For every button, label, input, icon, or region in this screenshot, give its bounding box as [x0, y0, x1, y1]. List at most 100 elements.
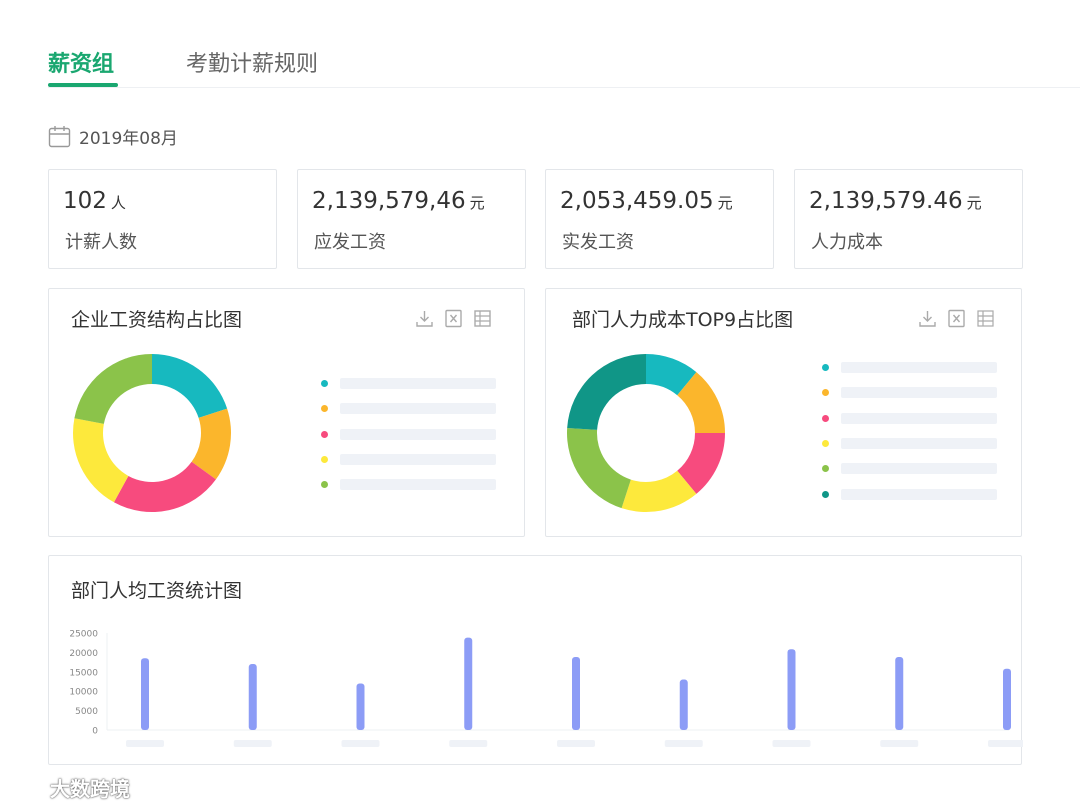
panel-title: 企业工资结构占比图	[71, 309, 243, 331]
x-tick-placeholder	[449, 740, 488, 747]
donut-slice[interactable]	[567, 354, 646, 430]
panel-toolbar	[415, 309, 492, 328]
y-tick-label: 25000	[69, 630, 98, 640]
legend-swatch	[822, 364, 829, 372]
legend-item	[822, 355, 997, 380]
donut-slice[interactable]	[74, 354, 152, 424]
bar[interactable]	[572, 657, 580, 730]
x-tick-placeholder	[341, 740, 380, 747]
stat-value: 2,139,579.46 元	[809, 188, 982, 214]
period-selector[interactable]: 2019年08月	[48, 122, 178, 150]
donut-slice[interactable]	[113, 461, 216, 512]
legend-item	[822, 456, 997, 481]
stat-label: 应发工资	[314, 232, 386, 253]
bar[interactable]	[356, 683, 365, 730]
donut-slice[interactable]	[152, 354, 228, 418]
legend-placeholder	[841, 488, 997, 500]
x-tick-placeholder	[233, 740, 272, 747]
legend-swatch	[822, 490, 829, 498]
legend-item	[822, 431, 997, 456]
panel-dept-cost: 部门人力成本TOP9占比图	[545, 288, 1022, 537]
legend-item	[822, 406, 997, 431]
legend-item	[822, 481, 997, 506]
x-tick-placeholder	[126, 740, 164, 747]
tab-bar: 薪资组 考勤计薪规则	[48, 40, 1080, 88]
panel-dept-avg-salary: 部门人均工资统计图 0 5000 10000 15000 20000 25000	[48, 555, 1023, 765]
stat-unit: 元	[966, 194, 982, 212]
legend-placeholder	[841, 412, 997, 424]
legend-item	[321, 422, 496, 447]
excel-icon[interactable]	[947, 309, 966, 328]
bar[interactable]	[248, 664, 257, 730]
legend-swatch	[321, 405, 328, 413]
bar-chart-dept-avg-salary: 0 5000 10000 15000 20000 25000	[69, 630, 1023, 747]
stat-label: 实发工资	[562, 232, 634, 253]
table-icon[interactable]	[976, 309, 995, 328]
bar[interactable]	[464, 637, 473, 730]
chart-legend	[822, 355, 997, 507]
y-tick-label: 10000	[69, 688, 98, 698]
legend-swatch	[822, 414, 829, 422]
bar[interactable]	[787, 649, 796, 730]
legend-swatch	[822, 465, 829, 473]
legend-placeholder	[340, 378, 496, 390]
x-tick-placeholder	[772, 740, 811, 747]
legend-placeholder	[340, 403, 496, 415]
x-tick-placeholder	[988, 740, 1023, 747]
legend-swatch	[822, 389, 829, 397]
bar[interactable]	[895, 657, 904, 730]
legend-item	[321, 371, 496, 396]
stat-card-headcount: 102 人 计薪人数	[48, 169, 277, 269]
y-tick-label: 0	[92, 727, 98, 737]
bar[interactable]	[1003, 668, 1011, 730]
chart-legend	[321, 371, 496, 497]
active-tab-indicator	[48, 83, 118, 87]
y-tick-label: 15000	[69, 668, 98, 678]
x-tick-placeholder	[880, 740, 919, 747]
stat-label: 计薪人数	[65, 232, 137, 253]
watermark: 大数跨境	[10, 773, 130, 802]
stat-card-labor-cost: 2,139,579.46 元 人力成本	[794, 169, 1023, 269]
table-icon[interactable]	[473, 309, 492, 328]
stat-value: 2,139,579,46 元	[312, 188, 485, 214]
stat-unit: 元	[717, 194, 733, 212]
stat-number: 102	[63, 188, 107, 214]
stat-value: 2,053,459.05 元	[560, 188, 733, 214]
calendar-icon	[48, 125, 71, 147]
legend-item	[822, 380, 997, 405]
tab-salary-group[interactable]: 薪资组	[48, 46, 114, 78]
panel-title: 部门人力成本TOP9占比图	[572, 309, 794, 331]
panel-salary-structure: 企业工资结构占比图	[48, 288, 525, 537]
legend-swatch	[822, 440, 829, 448]
legend-swatch	[321, 456, 328, 464]
legend-placeholder	[841, 463, 997, 475]
legend-swatch	[321, 481, 328, 489]
stat-card-gross-pay: 2,139,579,46 元 应发工资	[297, 169, 526, 269]
donut-chart-salary-structure	[73, 354, 231, 512]
download-icon[interactable]	[918, 309, 937, 328]
excel-icon[interactable]	[444, 309, 463, 328]
legend-placeholder	[841, 438, 997, 450]
legend-item	[321, 472, 496, 497]
period-label: 2019年08月	[79, 128, 178, 149]
download-icon[interactable]	[415, 309, 434, 328]
panel-toolbar	[918, 309, 995, 328]
watermark-text: 大数跨境	[50, 777, 130, 801]
tab-attendance-rules[interactable]: 考勤计薪规则	[186, 46, 318, 78]
bar[interactable]	[679, 679, 688, 730]
stat-number: 2,053,459.05	[560, 188, 714, 214]
bar[interactable]	[141, 658, 149, 730]
y-tick-label: 20000	[69, 649, 98, 659]
x-tick-placeholder	[557, 740, 595, 747]
donut-slice[interactable]	[73, 418, 129, 503]
stat-unit: 人	[110, 194, 126, 212]
legend-placeholder	[340, 428, 496, 440]
donut-slice[interactable]	[567, 428, 631, 509]
stat-card-net-pay: 2,053,459.05 元 实发工资	[545, 169, 774, 269]
legend-item	[321, 396, 496, 421]
x-tick-placeholder	[664, 740, 703, 747]
stat-label: 人力成本	[811, 232, 883, 253]
donut-chart-dept-cost	[567, 354, 725, 512]
legend-placeholder	[841, 387, 997, 399]
stat-value: 102 人	[63, 188, 126, 214]
